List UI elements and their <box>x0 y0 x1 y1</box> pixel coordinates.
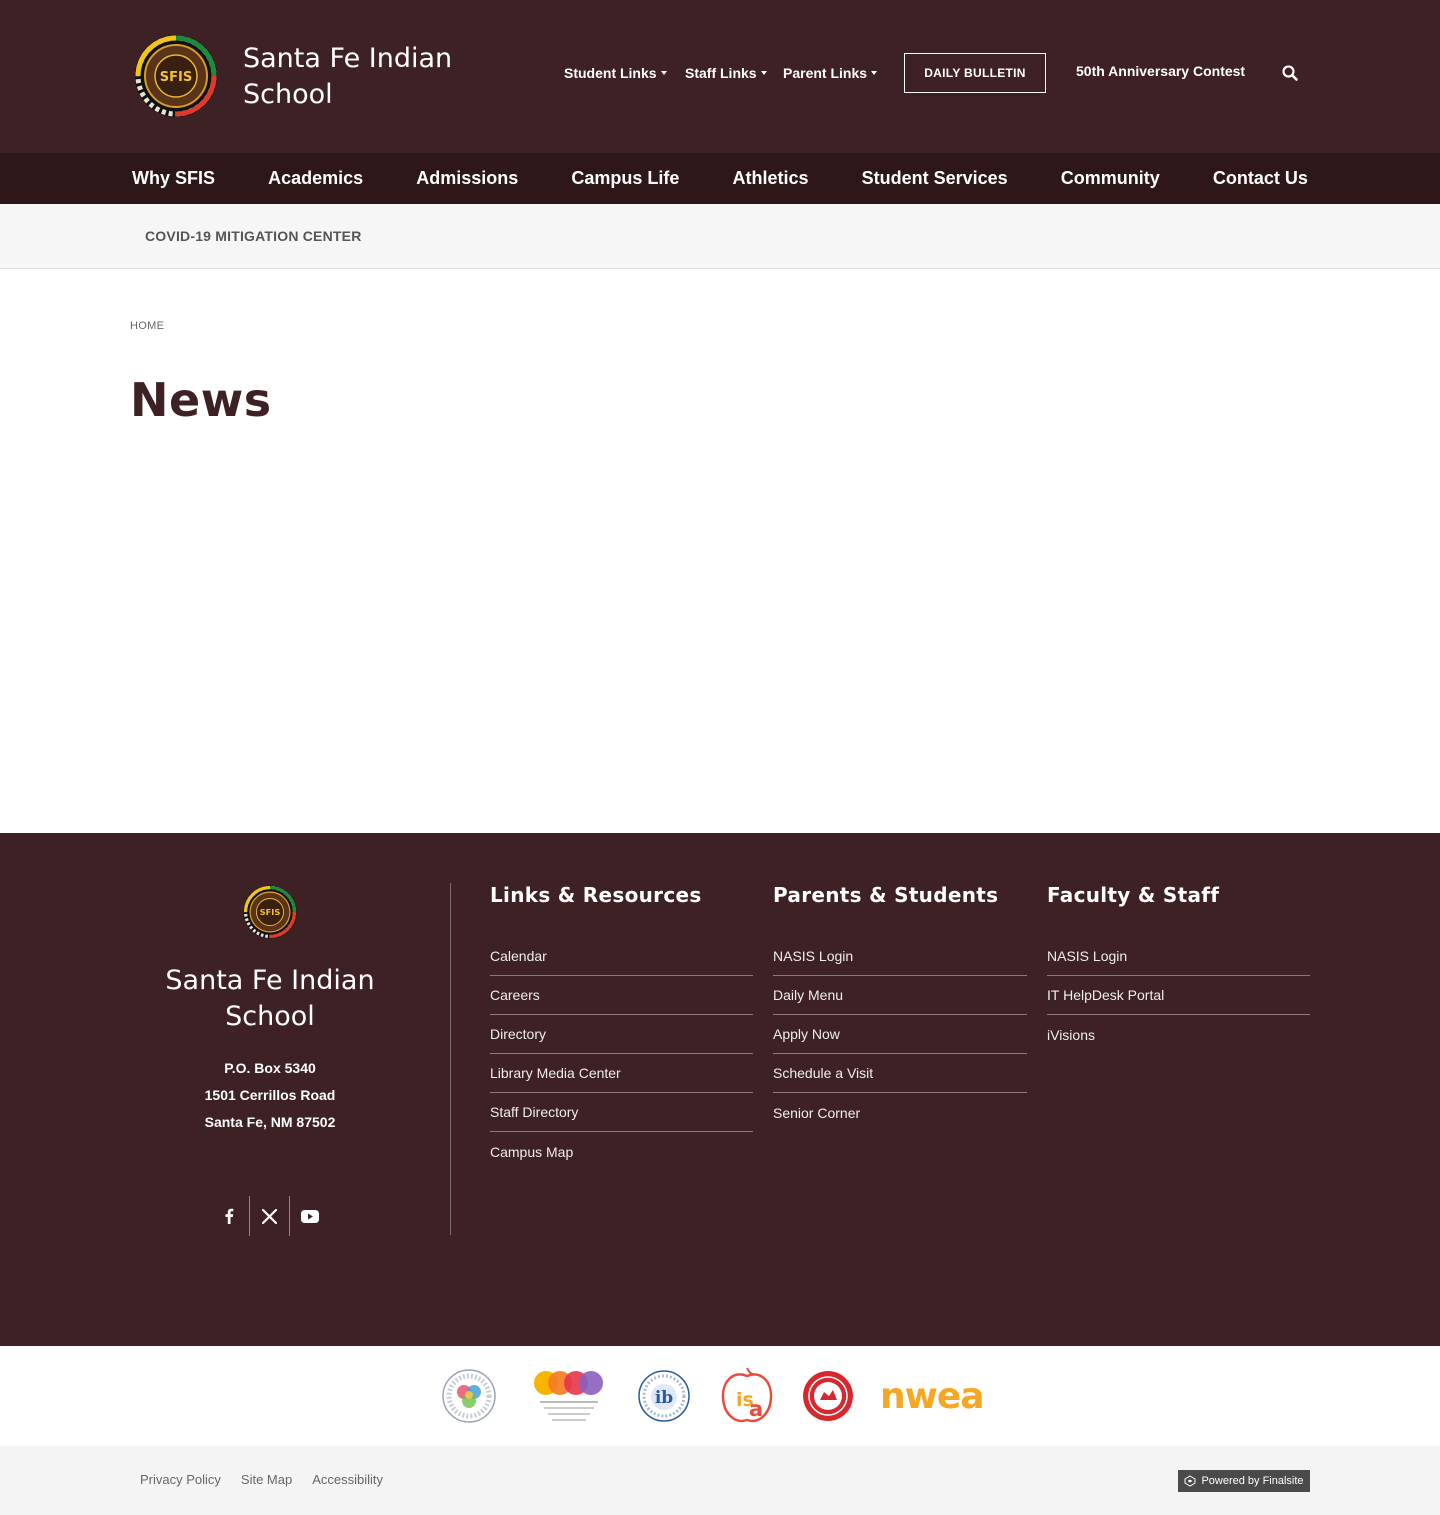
state-council-seal-logo[interactable] <box>800 1366 856 1426</box>
x-twitter-icon[interactable] <box>249 1196 289 1236</box>
legal-links: Privacy Policy Site Map Accessibility <box>140 1472 383 1487</box>
address-line: 1501 Cerrillos Road <box>204 1087 336 1103</box>
powered-by-label: Powered by Finalsite <box>1201 1475 1304 1487</box>
site-header: SFIS Santa Fe Indian School Student Link… <box>0 0 1440 153</box>
nav-why-sfis[interactable]: Why SFIS <box>132 168 215 189</box>
footer-link-directory[interactable]: Directory <box>490 1015 753 1054</box>
footer-column-links-resources: Links & Resources Calendar Careers Direc… <box>490 883 753 1171</box>
footer-column-parents-students: Parents & Students NASIS Login Daily Men… <box>773 883 1027 1132</box>
caret-down-icon <box>660 71 667 75</box>
nav-admissions[interactable]: Admissions <box>416 168 518 189</box>
partner-logos: ib is a nwea <box>0 1346 1440 1446</box>
facebook-icon[interactable] <box>209 1196 249 1236</box>
nav-student-services[interactable]: Student Services <box>862 168 1008 189</box>
svg-text:SFIS: SFIS <box>260 907 281 917</box>
svg-text:SFIS: SFIS <box>160 70 192 85</box>
legal-bar: Privacy Policy Site Map Accessibility Po… <box>0 1446 1440 1515</box>
breadcrumb-home[interactable]: HOME <box>130 320 164 332</box>
daily-bulletin-button[interactable]: DAILY BULLETIN <box>904 53 1046 93</box>
cognia-accreditation-logo[interactable] <box>440 1366 498 1426</box>
nwea-logo-text: nwea <box>880 1375 985 1417</box>
footer-link-apply-now[interactable]: Apply Now <box>773 1015 1027 1054</box>
search-icon[interactable] <box>1280 63 1300 83</box>
footer-address: P.O. Box 5340 1501 Cerrillos Road Santa … <box>130 1055 410 1136</box>
footer-link-it-helpdesk[interactable]: IT HelpDesk Portal <box>1047 976 1310 1015</box>
site-footer: SFIS Santa Fe Indian School P.O. Box 534… <box>0 833 1440 1346</box>
ib-continuum-logo[interactable] <box>532 1366 606 1426</box>
student-links-label: Student Links <box>564 65 657 81</box>
sub-navigation: COVID-19 MITIGATION CENTER <box>0 204 1440 269</box>
footer-link-staff-directory[interactable]: Staff Directory <box>490 1093 753 1132</box>
footer-column-faculty-staff: Faculty & Staff NASIS Login IT HelpDesk … <box>1047 883 1310 1054</box>
caret-down-icon <box>871 71 878 75</box>
nav-campus-life[interactable]: Campus Life <box>571 168 679 189</box>
svg-text:a: a <box>749 1397 763 1421</box>
footer-link-schedule-visit[interactable]: Schedule a Visit <box>773 1054 1027 1093</box>
nav-contact-us[interactable]: Contact Us <box>1213 168 1308 189</box>
footer-link-campus-map[interactable]: Campus Map <box>490 1132 753 1171</box>
footer-site-name: Santa Fe Indian School <box>165 965 375 1032</box>
page-title: News <box>130 373 272 427</box>
nav-community[interactable]: Community <box>1061 168 1160 189</box>
footer-link-calendar[interactable]: Calendar <box>490 937 753 976</box>
isa-logo[interactable]: is a <box>719 1366 775 1426</box>
nwea-logo[interactable]: nwea <box>880 1368 1000 1424</box>
site-map-link[interactable]: Site Map <box>241 1472 292 1487</box>
site-name[interactable]: Santa Fe Indian School <box>243 41 503 113</box>
address-line: P.O. Box 5340 <box>224 1060 316 1076</box>
footer-link-daily-menu[interactable]: Daily Menu <box>773 976 1027 1015</box>
covid-mitigation-link[interactable]: COVID-19 MITIGATION CENTER <box>145 228 362 244</box>
footer-link-library[interactable]: Library Media Center <box>490 1054 753 1093</box>
ib-world-school-logo[interactable]: ib <box>636 1366 692 1426</box>
footer-divider <box>450 883 451 1235</box>
anniversary-contest-link[interactable]: 50th Anniversary Contest <box>1076 63 1245 79</box>
footer-column-title: Parents & Students <box>773 883 999 907</box>
footer-column-title: Links & Resources <box>490 883 702 907</box>
nav-academics[interactable]: Academics <box>268 168 363 189</box>
privacy-policy-link[interactable]: Privacy Policy <box>140 1472 221 1487</box>
nav-athletics[interactable]: Athletics <box>733 168 809 189</box>
footer-column-title: Faculty & Staff <box>1047 883 1220 907</box>
footer-link-senior-corner[interactable]: Senior Corner <box>773 1093 1027 1132</box>
footer-link-nasis-login-staff[interactable]: NASIS Login <box>1047 937 1310 976</box>
address-line: Santa Fe, NM 87502 <box>204 1114 336 1130</box>
parent-links-dropdown[interactable]: Parent Links <box>783 53 878 93</box>
staff-links-dropdown[interactable]: Staff Links <box>685 53 767 93</box>
accessibility-link[interactable]: Accessibility <box>312 1472 383 1487</box>
youtube-icon[interactable] <box>289 1196 329 1236</box>
footer-link-ivisions[interactable]: iVisions <box>1047 1015 1310 1054</box>
footer-school-logo[interactable]: SFIS <box>243 885 297 939</box>
parent-links-label: Parent Links <box>783 65 868 81</box>
social-links <box>209 1196 329 1236</box>
caret-down-icon <box>760 71 767 75</box>
finalsite-icon <box>1184 1475 1196 1487</box>
school-logo[interactable]: SFIS <box>134 34 218 118</box>
footer-link-nasis-login[interactable]: NASIS Login <box>773 937 1027 976</box>
powered-by-finalsite-badge[interactable]: Powered by Finalsite <box>1178 1470 1310 1492</box>
main-navigation: Why SFIS Academics Admissions Campus Lif… <box>0 153 1440 204</box>
staff-links-label: Staff Links <box>685 65 757 81</box>
student-links-dropdown[interactable]: Student Links <box>564 53 667 93</box>
footer-link-careers[interactable]: Careers <box>490 976 753 1015</box>
svg-text:ib: ib <box>655 1388 673 1408</box>
